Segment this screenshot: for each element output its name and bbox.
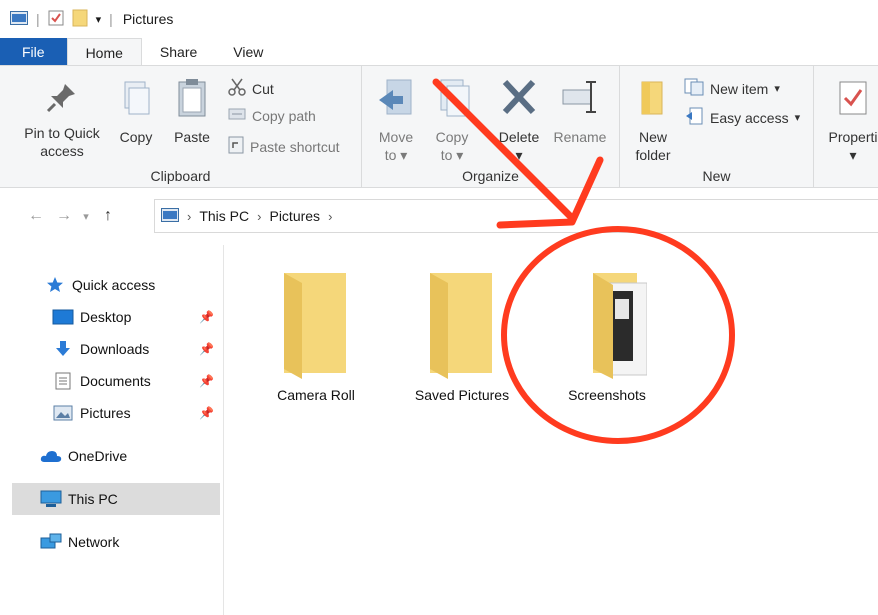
folder-item[interactable]: Camera Roll: [246, 269, 386, 403]
sidebar-item-pictures[interactable]: Pictures 📌: [52, 397, 220, 429]
computer-icon: [40, 490, 62, 508]
pictures-icon: [52, 405, 74, 421]
properties-quick-icon[interactable]: [48, 10, 64, 29]
recent-locations-chevron-icon[interactable]: ▾: [78, 210, 94, 223]
paste-shortcut-icon: [228, 136, 244, 157]
breadcrumb-chevron-icon[interactable]: ›: [257, 209, 261, 224]
paste-button[interactable]: Paste: [168, 78, 216, 146]
cloud-icon: [40, 449, 62, 463]
rename-button[interactable]: Rename: [548, 78, 612, 146]
folder-item[interactable]: Saved Pictures: [392, 269, 532, 403]
sidebar-item-downloads[interactable]: Downloads 📌: [52, 333, 220, 365]
rename-icon: [561, 78, 599, 122]
sidebar-item-quick-access[interactable]: Quick access: [44, 269, 220, 301]
copy-to-button[interactable]: Copy to ▾: [428, 78, 476, 164]
title-bar: | ▾ | Pictures: [0, 0, 878, 38]
folder-icon: [276, 269, 356, 379]
new-folder-quick-icon[interactable]: [72, 9, 88, 30]
new-folder-icon: [638, 78, 668, 122]
customize-toolbar-icon[interactable]: ▾: [96, 13, 102, 26]
new-item-icon: [684, 78, 704, 99]
breadcrumb-this-pc[interactable]: This PC: [199, 208, 249, 224]
star-icon: [44, 276, 66, 294]
this-pc-address-icon: [161, 207, 179, 225]
network-icon: [40, 533, 62, 551]
breadcrumb-chevron-icon[interactable]: ›: [187, 209, 191, 224]
paste-shortcut-button[interactable]: Paste shortcut: [228, 136, 340, 157]
address-bar[interactable]: › This PC › Pictures ›: [154, 199, 878, 233]
new-folder-button[interactable]: New folder: [628, 78, 678, 164]
pin-icon: [45, 80, 79, 118]
tab-view[interactable]: View: [215, 38, 281, 66]
copy-to-icon: [433, 78, 471, 122]
organize-group: Move to ▾ Copy to ▾ Delete ▾ Rename Orga…: [362, 66, 620, 188]
properties-button[interactable]: Properti ▾: [818, 78, 878, 164]
tab-home[interactable]: Home: [66, 38, 142, 66]
copy-icon: [119, 80, 153, 122]
forward-arrow-icon[interactable]: →: [50, 207, 78, 225]
folder-name: Screenshots: [568, 387, 646, 403]
title-separator: |: [36, 11, 40, 27]
ribbon: Pin to Quick access Copy Paste Cut Copy …: [0, 65, 878, 188]
sidebar-item-network[interactable]: Network: [40, 526, 220, 558]
clipboard-group-label: Clipboard: [150, 168, 211, 184]
title-separator-2: |: [109, 11, 113, 27]
copy-path-icon: [228, 107, 246, 124]
tab-file[interactable]: File: [0, 38, 67, 66]
up-arrow-icon[interactable]: ↑: [94, 207, 122, 225]
delete-x-icon: [500, 78, 538, 122]
easy-access-button[interactable]: Easy access ▾: [684, 107, 800, 128]
pin-to-quick-access-button[interactable]: Pin to Quick access: [14, 80, 110, 160]
breadcrumb-chevron-icon[interactable]: ›: [328, 209, 332, 224]
sidebar-item-onedrive[interactable]: OneDrive: [40, 440, 220, 472]
copy-path-button[interactable]: Copy path: [228, 107, 316, 124]
easy-access-icon: [684, 107, 704, 128]
new-group-label: New: [702, 168, 731, 184]
file-list: Camera Roll Saved Pictures Screenshots: [225, 245, 878, 615]
navigation-pane: Quick access Desktop 📌 Downloads 📌 Docum…: [0, 245, 224, 615]
clipboard-group: Pin to Quick access Copy Paste Cut Copy …: [0, 66, 362, 188]
cut-button[interactable]: Cut: [228, 78, 274, 99]
ribbon-tabs: File Home Share View: [0, 38, 878, 66]
sidebar-item-documents[interactable]: Documents 📌: [52, 365, 220, 397]
paste-icon: [175, 78, 209, 122]
new-item-button[interactable]: New item ▾: [684, 78, 780, 99]
pin-icon[interactable]: 📌: [199, 310, 214, 324]
move-to-button[interactable]: Move to ▾: [372, 78, 420, 164]
pin-icon[interactable]: 📌: [199, 406, 214, 420]
delete-button[interactable]: Delete ▾: [494, 78, 544, 164]
back-arrow-icon[interactable]: ←: [22, 207, 50, 225]
breadcrumb-pictures[interactable]: Pictures: [269, 208, 320, 224]
folder-name: Saved Pictures: [414, 387, 510, 403]
scissors-icon: [228, 78, 246, 99]
folder-name: Camera Roll: [277, 387, 355, 403]
navigation-bar: ← → ▾ ↑ › This PC › Pictures ›: [0, 195, 878, 237]
move-to-icon: [377, 78, 415, 122]
pin-icon[interactable]: 📌: [199, 342, 214, 356]
sidebar-item-this-pc[interactable]: This PC: [12, 483, 220, 515]
organize-group-label: Organize: [462, 168, 519, 184]
screenshots-folder-icon: [567, 269, 648, 379]
folder-item[interactable]: Screenshots: [537, 269, 677, 403]
properties-icon: [838, 78, 868, 122]
sidebar-item-desktop[interactable]: Desktop 📌: [52, 301, 220, 333]
new-group: New folder New item ▾ Easy access ▾ New: [620, 66, 814, 188]
pin-icon[interactable]: 📌: [199, 374, 214, 388]
download-arrow-icon: [52, 340, 74, 358]
explorer-icon[interactable]: [10, 10, 28, 28]
window-title: Pictures: [122, 11, 174, 27]
folder-icon: [422, 269, 502, 379]
document-icon: [52, 372, 74, 390]
desktop-icon: [52, 309, 74, 325]
copy-button[interactable]: Copy: [114, 80, 158, 146]
tab-share[interactable]: Share: [142, 38, 215, 66]
